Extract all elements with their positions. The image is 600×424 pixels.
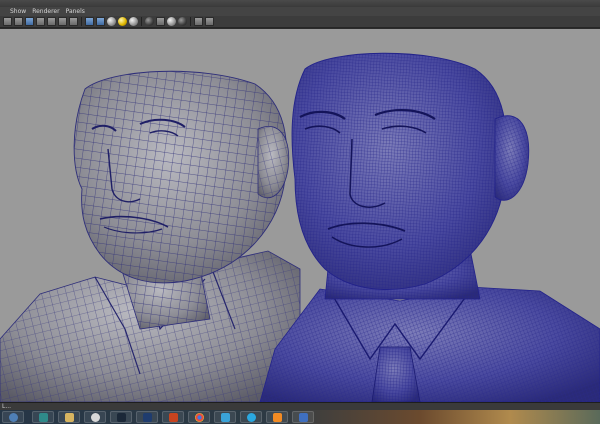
3d-viewport[interactable] — [0, 29, 600, 402]
panel-menu-bar: Show Renderer Panels — [0, 7, 600, 16]
powerpoint-icon[interactable] — [162, 411, 184, 423]
high-poly-head-model[interactable] — [259, 52, 600, 402]
toolbar-separator — [81, 17, 82, 26]
xray-icon[interactable] — [156, 17, 165, 26]
use-lights-icon[interactable] — [129, 17, 138, 26]
isolate-select-icon[interactable] — [167, 17, 176, 26]
media-player-icon[interactable] — [84, 411, 106, 423]
smooth-shade-icon[interactable] — [107, 17, 116, 26]
menu-renderer[interactable]: Renderer — [32, 7, 59, 16]
word-icon[interactable] — [292, 411, 314, 423]
toolbar-separator — [141, 17, 142, 26]
camera-attributes-icon[interactable] — [14, 17, 23, 26]
viewport-canvas — [0, 52, 600, 402]
anti-alias-icon[interactable] — [194, 17, 203, 26]
panel-toolbar — [0, 16, 600, 28]
sublime-icon[interactable] — [266, 411, 288, 423]
steam-icon[interactable] — [110, 411, 132, 423]
film-gate-icon[interactable] — [58, 17, 67, 26]
maya-icon[interactable] — [32, 411, 54, 423]
ambient-occlusion-icon[interactable] — [178, 17, 187, 26]
wireframe-icon[interactable] — [96, 17, 105, 26]
os-taskbar — [0, 410, 600, 424]
skype-icon[interactable] — [240, 411, 262, 423]
start-orb-icon[interactable] — [2, 411, 24, 423]
explorer-icon[interactable] — [58, 411, 80, 423]
safe-action-icon[interactable] — [85, 17, 94, 26]
shadows-icon[interactable] — [145, 17, 154, 26]
low-poly-head-model[interactable] — [0, 70, 301, 402]
menu-panels[interactable]: Panels — [66, 7, 85, 16]
resolution-gate-icon[interactable] — [69, 17, 78, 26]
grid-icon[interactable] — [47, 17, 56, 26]
photoshop-icon[interactable] — [136, 411, 158, 423]
bookmark-icon[interactable] — [25, 17, 34, 26]
depth-of-field-icon[interactable] — [205, 17, 214, 26]
chrome-icon[interactable] — [188, 411, 210, 423]
toolbar-separator — [190, 17, 191, 26]
snipping-icon[interactable] — [214, 411, 236, 423]
image-plane-icon[interactable] — [36, 17, 45, 26]
textured-icon[interactable] — [118, 17, 127, 26]
camera-select-icon[interactable] — [3, 17, 12, 26]
menu-show[interactable]: Show — [10, 7, 26, 16]
